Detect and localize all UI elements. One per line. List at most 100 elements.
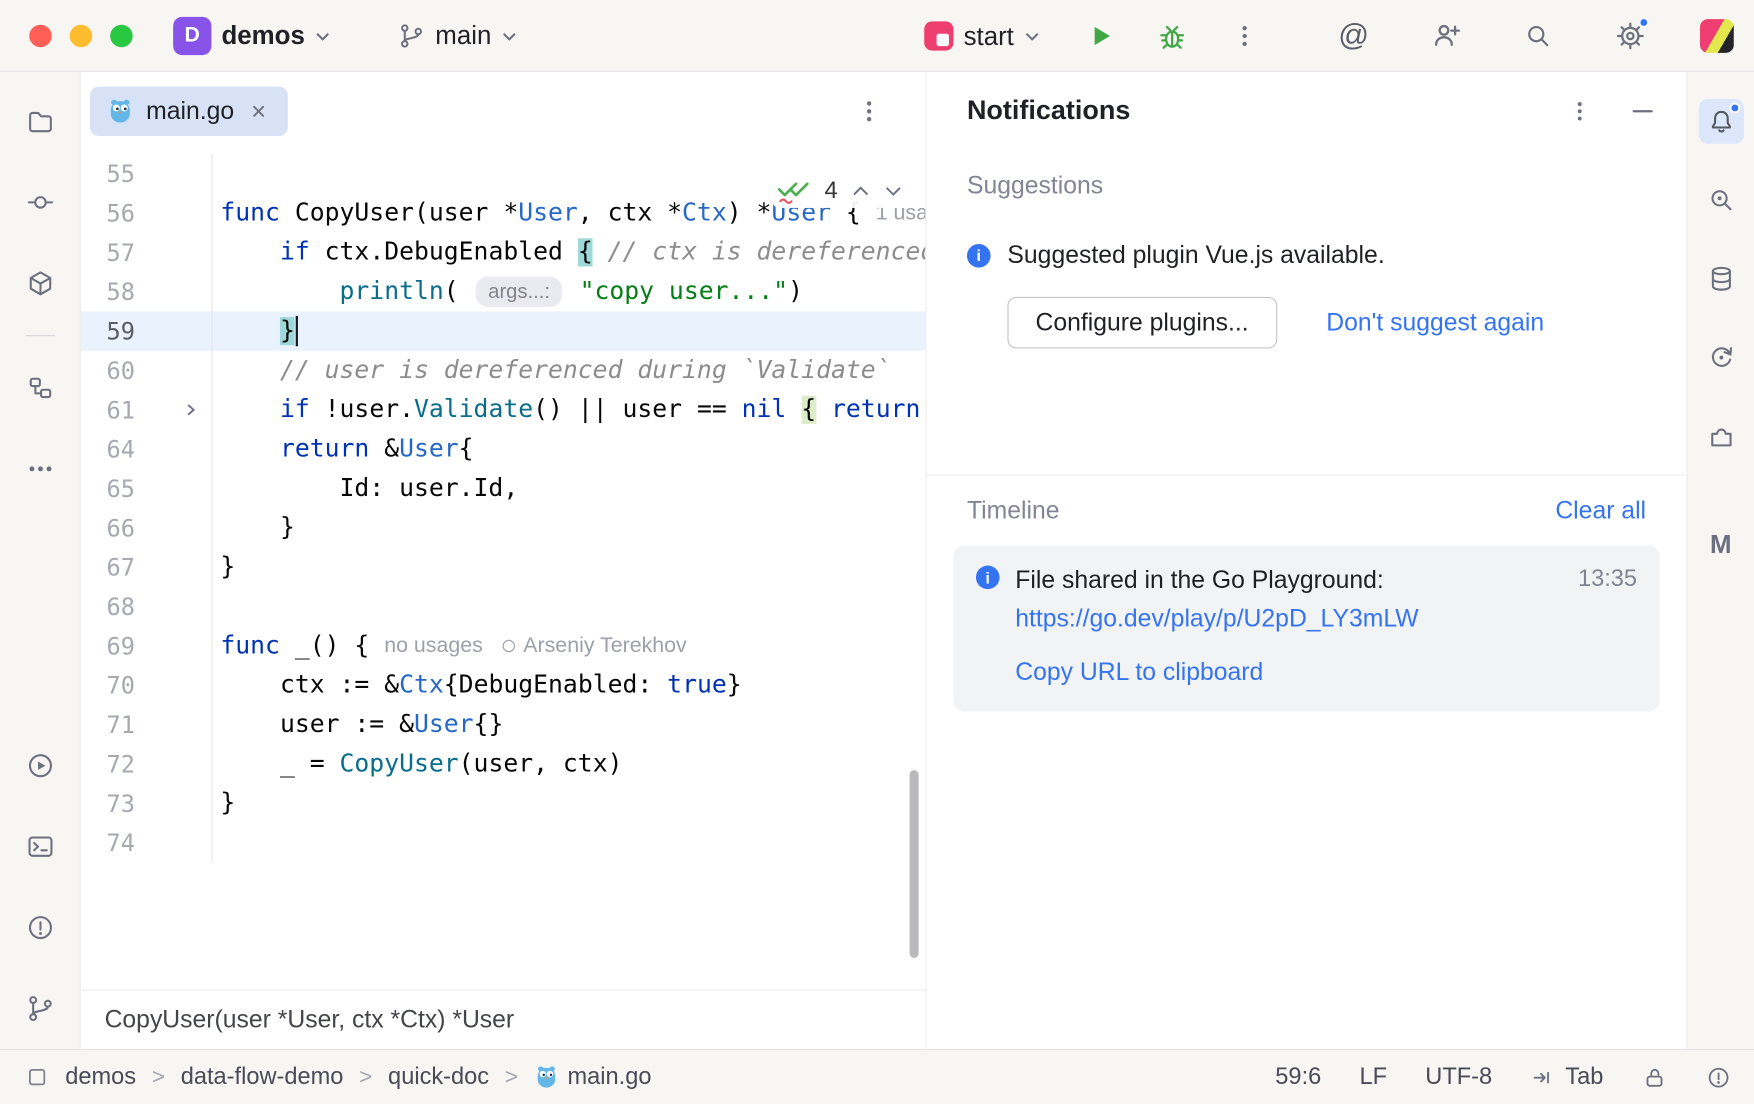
fullscreen-window-button[interactable]: [110, 24, 132, 46]
close-tab-icon[interactable]: [247, 99, 272, 124]
more-run-actions-icon[interactable]: [1222, 13, 1267, 58]
more-tool-windows-icon[interactable]: [17, 446, 62, 491]
code-segment: user := &: [220, 711, 414, 739]
project-widget[interactable]: D demos: [162, 10, 342, 62]
prev-problem-icon[interactable]: [851, 184, 870, 197]
settings-gear-icon[interactable]: [1608, 13, 1653, 58]
notifications-tool-icon[interactable]: [1698, 99, 1743, 144]
fold-chevron-icon[interactable]: [135, 390, 211, 429]
problems-tool-icon[interactable]: [17, 905, 62, 950]
next-problem-icon[interactable]: [884, 184, 903, 197]
panel-options-icon[interactable]: [1561, 92, 1599, 130]
code-segment: ctx := &: [220, 671, 399, 699]
modules-tool-icon[interactable]: [17, 261, 62, 306]
version-control-tool-icon[interactable]: [17, 986, 62, 1031]
structure-tool-icon[interactable]: [17, 365, 62, 410]
commit-tool-icon[interactable]: [17, 180, 62, 225]
run-config-selector[interactable]: start: [913, 14, 1051, 58]
breadcrumb-item[interactable]: quick-doc: [388, 1064, 489, 1091]
editor-options-icon[interactable]: [847, 89, 892, 134]
readonly-toggle-icon[interactable]: [1642, 1064, 1668, 1090]
code-segment: return: [280, 435, 369, 463]
code-line[interactable]: 72 _ = CopyUser(user, ctx): [81, 744, 925, 783]
copy-url-link[interactable]: Copy URL to clipboard: [1015, 658, 1637, 687]
fold-gutter: [135, 705, 211, 744]
line-number: 56: [81, 200, 135, 227]
code-line[interactable]: 68: [81, 587, 925, 626]
gradle-tool-icon[interactable]: [1698, 335, 1743, 380]
titlebar: D demos main start @: [0, 0, 1754, 72]
breadcrumb-item[interactable]: data-flow-demo: [181, 1064, 344, 1091]
code-line[interactable]: 58 println( args...: "copy user..."): [81, 272, 925, 311]
line-separator[interactable]: LF: [1359, 1064, 1387, 1091]
playground-url-link[interactable]: https://go.dev/play/p/U2pD_LY3mLW: [1015, 604, 1637, 633]
suggestion-message: Suggested plugin Vue.js available.: [1007, 241, 1384, 270]
line-number: 61: [81, 396, 135, 423]
code-line[interactable]: 61 if !user.Validate() || user == nil { …: [81, 390, 925, 429]
line-number: 65: [81, 475, 135, 502]
code-text: [211, 587, 925, 626]
notifications-status-icon[interactable]: [1706, 1064, 1732, 1090]
user-avatar[interactable]: [1700, 19, 1734, 53]
code-segment: ) *: [727, 199, 772, 227]
code-line[interactable]: 66 }: [81, 508, 925, 547]
database-tool-icon[interactable]: [1698, 256, 1743, 301]
debug-button[interactable]: [1150, 13, 1195, 58]
suggestions-header: Suggestions: [967, 171, 1646, 200]
configure-plugins-button[interactable]: Configure plugins...: [1007, 297, 1276, 349]
code-line[interactable]: 64 return &User{: [81, 430, 925, 469]
inspections-widget[interactable]: 4: [773, 173, 908, 208]
indent-widget[interactable]: Tab: [1530, 1064, 1603, 1091]
notifications-header: Notifications: [926, 72, 1686, 151]
breadcrumb-item-file[interactable]: main.go: [534, 1064, 652, 1091]
git-branch-icon: [398, 22, 425, 49]
minimize-window-button[interactable]: [70, 24, 92, 46]
code-line[interactable]: 59 }: [81, 311, 925, 350]
editor-tab-maingo[interactable]: main.go: [90, 87, 288, 136]
code-line[interactable]: 70 ctx := &Ctx{DebugEnabled: true}: [81, 666, 925, 705]
code-segment: [593, 238, 608, 266]
code-segment: }: [220, 553, 235, 581]
branch-widget[interactable]: main: [387, 13, 529, 57]
search-everywhere-icon[interactable]: [1516, 13, 1561, 58]
code-segment: no usages: [384, 634, 483, 659]
suggestions-section: Suggestions i Suggested plugin Vue.js av…: [926, 151, 1686, 349]
code-editor[interactable]: 5556func CopyUser(user *User, ctx *Ctx) …: [81, 151, 925, 990]
hide-panel-icon[interactable]: [1624, 92, 1662, 130]
code-line[interactable]: 69func _() { no usagesArseniy Terekhov: [81, 626, 925, 665]
code-line[interactable]: 65 Id: user.Id,: [81, 469, 925, 508]
plugins-tool-icon[interactable]: [1698, 414, 1743, 459]
statusbar-square-icon[interactable]: [25, 1065, 50, 1090]
terminal-tool-icon[interactable]: [17, 824, 62, 869]
code-segment: [220, 356, 280, 384]
code-line[interactable]: 57 if ctx.DebugEnabled { // ctx is deref…: [81, 233, 925, 272]
find-tool-icon[interactable]: [1698, 178, 1743, 223]
dont-suggest-link[interactable]: Don't suggest again: [1326, 308, 1544, 337]
editor-scrollbar[interactable]: [910, 770, 919, 958]
code-line[interactable]: 73}: [81, 784, 925, 823]
file-encoding[interactable]: UTF-8: [1425, 1064, 1492, 1091]
code-segment: (user, ctx): [459, 750, 623, 778]
code-segment: Validate: [414, 396, 533, 424]
code-segment: }: [727, 671, 742, 699]
notifications-badge-dot: [1729, 102, 1740, 113]
ai-assistant-icon[interactable]: @: [1331, 13, 1376, 58]
code-line[interactable]: 60 // user is dereferenced during `Valid…: [81, 351, 925, 390]
code-line[interactable]: 67}: [81, 548, 925, 587]
services-tool-icon[interactable]: [17, 743, 62, 788]
maven-tool-icon[interactable]: M: [1698, 522, 1743, 567]
code-segment: func: [220, 632, 280, 660]
editor-tab-bar: main.go: [81, 72, 925, 151]
code-line[interactable]: 74: [81, 823, 925, 862]
cursor-position[interactable]: 59:6: [1275, 1064, 1321, 1091]
line-number: 68: [81, 593, 135, 620]
breadcrumb-item[interactable]: demos: [65, 1064, 136, 1091]
code-segment: }: [280, 317, 295, 345]
context-signature-bar[interactable]: CopyUser(user *User, ctx *Ctx) *User: [81, 989, 925, 1049]
code-with-me-icon[interactable]: [1423, 13, 1468, 58]
project-tool-icon[interactable]: [17, 99, 62, 144]
code-line[interactable]: 71 user := &User{}: [81, 705, 925, 744]
close-window-button[interactable]: [29, 24, 51, 46]
clear-all-link[interactable]: Clear all: [1555, 496, 1646, 525]
run-button[interactable]: [1078, 13, 1123, 58]
